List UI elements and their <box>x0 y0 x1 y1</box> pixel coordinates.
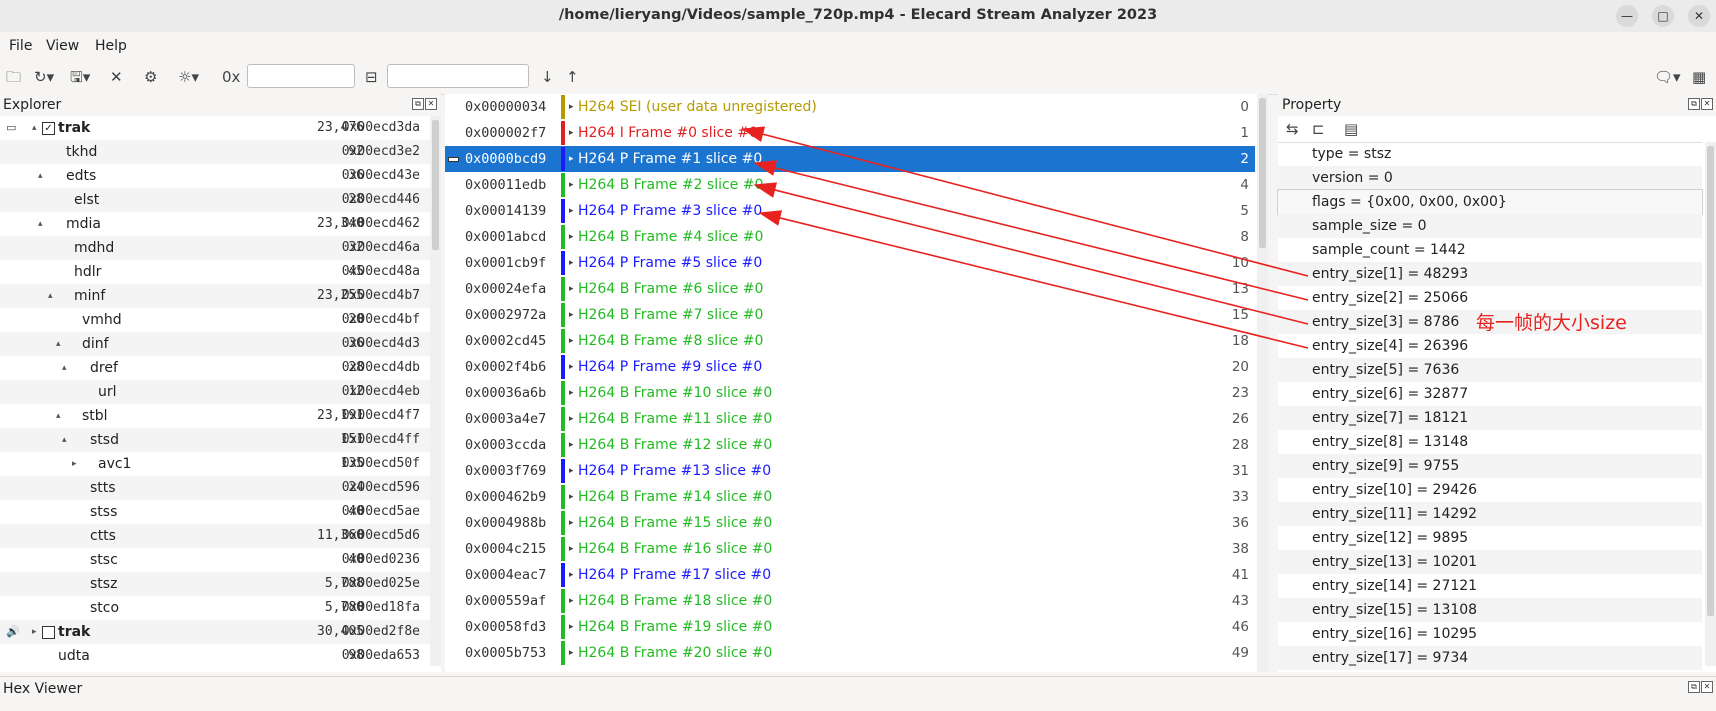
hex-viewer-title: Hex Viewer <box>3 681 83 697</box>
arrow-entry4 <box>758 210 1309 349</box>
annotation-arrows <box>741 126 1309 349</box>
annotation-label: 每一帧的大小size <box>1476 312 1627 334</box>
close-pane-icon[interactable]: ✕ <box>1701 681 1713 693</box>
hex-viewer-pane: Hex Viewer ⧉ ✕ <box>0 676 1716 711</box>
float-icon[interactable]: ⧉ <box>1688 681 1700 693</box>
